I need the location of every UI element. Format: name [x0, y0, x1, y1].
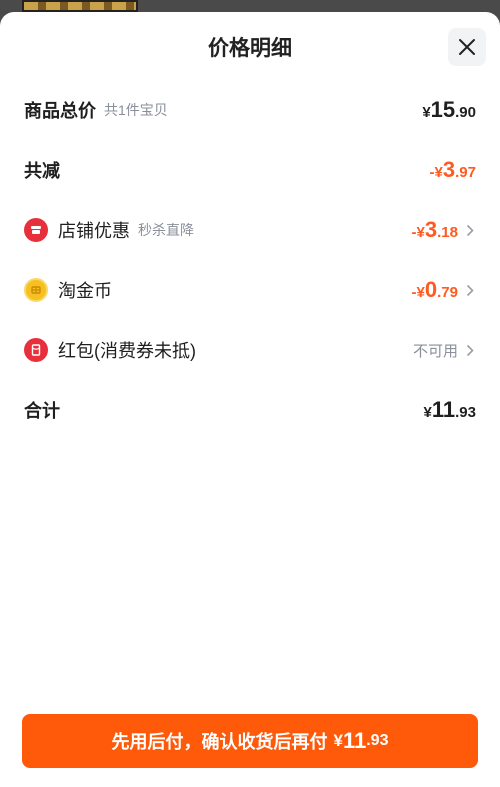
store-icon: [24, 218, 48, 242]
store-discount-sublabel: 秒杀直降: [138, 222, 194, 238]
reduction-amount: -¥3.97: [429, 157, 476, 182]
red-packet-label: 红包(消费券未抵): [58, 341, 196, 361]
red-packet-icon: [24, 338, 48, 362]
price-rows: 商品总价 共1件宝贝 ¥15.90 共减 -¥3.97 店铺优惠 秒杀直降 -¥…: [0, 80, 500, 440]
taojinbi-amount: -¥0.79: [411, 277, 458, 302]
red-packet-row[interactable]: 红包(消费券未抵) 不可用: [24, 320, 476, 380]
cta-label: 先用后付，确认收货后再付: [111, 732, 328, 752]
taojinbi-label: 淘金币: [58, 281, 112, 301]
reduction-row: 共减 -¥3.97: [24, 140, 476, 200]
item-count-label: 共1件宝贝: [104, 102, 168, 118]
sheet-header: 价格明细: [0, 12, 500, 80]
chevron-right-icon: [464, 283, 476, 297]
taojinbi-row: 淘金币 -¥0.79: [24, 260, 476, 320]
subtotal-row: 商品总价 共1件宝贝 ¥15.90: [24, 80, 476, 140]
price-detail-sheet: 价格明细 商品总价 共1件宝贝 ¥15.90 共减 -¥3.97 店铺优惠 秒杀…: [0, 12, 500, 787]
sheet-title: 价格明细: [208, 37, 292, 60]
chevron-right-icon: [464, 343, 476, 357]
store-discount-label: 店铺优惠: [58, 221, 130, 241]
total-amount: ¥11.93: [423, 397, 476, 422]
cta-amount-dec: .93: [366, 732, 389, 749]
total-row: 合计 ¥11.93: [24, 380, 476, 440]
close-button[interactable]: [448, 28, 486, 66]
close-icon: [459, 39, 475, 55]
cta-currency: ¥: [333, 731, 343, 750]
subtotal-label: 商品总价: [24, 101, 96, 121]
red-packet-status: 不可用: [412, 342, 458, 360]
reduction-label: 共减: [24, 161, 60, 181]
subtotal-amount: ¥15.90: [422, 97, 476, 122]
chevron-right-icon: [464, 223, 476, 237]
coin-icon: [24, 278, 48, 302]
cta-amount-int: 11: [342, 728, 367, 753]
total-label: 合计: [24, 401, 60, 421]
pay-later-confirm-button[interactable]: 先用后付，确认收货后再付 ¥ 11 .93: [22, 714, 478, 768]
store-discount-amount: -¥3.18: [411, 217, 458, 242]
store-discount-row[interactable]: 店铺优惠 秒杀直降 -¥3.18: [24, 200, 476, 260]
background-product-thumbnail: [22, 0, 138, 12]
